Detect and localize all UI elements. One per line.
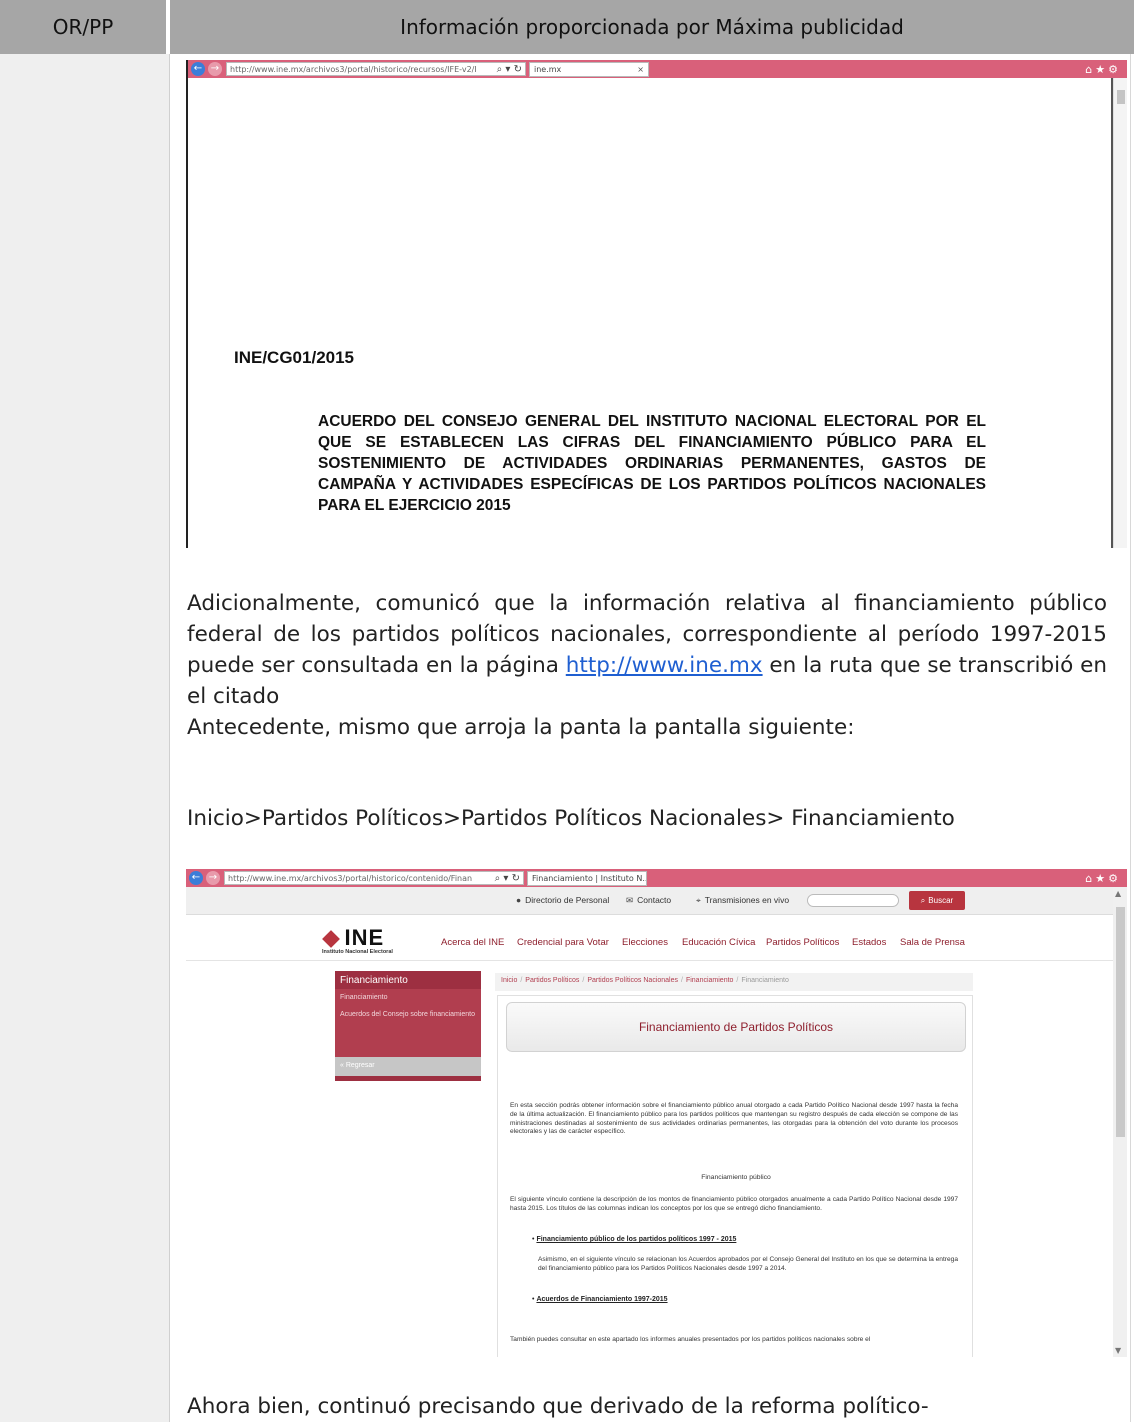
utility-bar: ● Directorio de Personal ✉ Contacto ⌖ Trans…: [186, 887, 1113, 915]
search-refresh-icon[interactable]: ⌕ ▾ ↻: [494, 64, 525, 75]
directorio-label: Directorio de Personal: [525, 895, 610, 905]
url-text: http://www.ine.mx/archivos3/portal/histo…: [228, 873, 473, 883]
scroll-up-icon[interactable]: ▲: [1115, 889, 1121, 898]
side-menu: Financiamiento Financiamiento Acuerdos d…: [335, 971, 481, 1081]
search-input[interactable]: [807, 894, 899, 907]
menu-estados[interactable]: Estados: [852, 937, 886, 948]
envelope-icon: ✉: [626, 895, 634, 905]
intro-text: En esta sección podrás obtener informaci…: [510, 1102, 958, 1136]
logo-text: INE: [344, 925, 385, 950]
close-tab-icon[interactable]: ×: [637, 65, 644, 74]
address-bar[interactable]: http://www.ine.mx/archivos3/portal/histo…: [224, 871, 524, 885]
menu-credencial[interactable]: Credencial para Votar: [517, 937, 609, 948]
crumb-current: Financiamiento: [741, 977, 789, 984]
ine-logo[interactable]: INE Instituto Nacional Electoral: [322, 925, 393, 955]
back-arrow-icon[interactable]: ←: [189, 871, 203, 885]
home-star-gear-icons[interactable]: ⌂★⚙: [1085, 63, 1121, 76]
tab-title: Financiamiento | Instituto N...: [532, 873, 647, 883]
crumb-nacionales[interactable]: Partidos Políticos Nacionales: [587, 977, 678, 984]
acuerdos-text: Asimismo, en el siguiente vínculo se rel…: [538, 1256, 958, 1272]
paragraph-financiamiento: Adicionalmente, comunicó que la informac…: [187, 588, 1107, 743]
navigation-path: Inicio>Partidos Políticos>Partidos Polít…: [187, 806, 955, 831]
menu-elecciones[interactable]: Elecciones: [622, 937, 668, 948]
browser-tab[interactable]: ine.mx ×: [529, 61, 649, 77]
scroll-thumb[interactable]: [1116, 907, 1125, 1137]
right-border: [1130, 54, 1131, 1422]
main-nav: INE Instituto Nacional Electoral Acerca …: [186, 915, 1113, 961]
scroll-down-icon[interactable]: ▼: [1115, 1346, 1121, 1355]
side-item-financiamiento[interactable]: Financiamiento: [335, 989, 481, 1006]
crumb-separator: /: [736, 977, 739, 984]
left-column: [0, 54, 170, 1422]
diamond-icon: [322, 930, 340, 948]
search-refresh-icon[interactable]: ⌕ ▾ ↻: [492, 873, 523, 884]
transmisiones-link[interactable]: ⌖ Transmisiones en vivo: [696, 895, 789, 906]
browser-toolbar: ← → http://www.ine.mx/archivos3/portal/h…: [186, 869, 1127, 887]
buscar-button[interactable]: ⌕ Buscar: [909, 891, 965, 910]
crumb-separator: /: [520, 977, 523, 984]
browser-toolbar: ← → http://www.ine.mx/archivos3/portal/h…: [188, 60, 1127, 78]
acuerdos-link[interactable]: Acuerdos de Financiamiento 1997-2015: [532, 1296, 667, 1303]
browser-tab[interactable]: Financiamiento | Instituto N... ×: [527, 870, 647, 886]
scroll-thumb[interactable]: [1117, 90, 1125, 104]
buscar-label: Buscar: [928, 896, 954, 905]
satellite-icon: ⌖: [696, 895, 701, 905]
scrollbar[interactable]: [1113, 78, 1127, 548]
menu-partidos[interactable]: Partidos Políticos: [766, 937, 839, 948]
address-bar[interactable]: http://www.ine.mx/archivos3/portal/histo…: [226, 62, 526, 76]
forward-arrow-icon[interactable]: →: [206, 871, 220, 885]
crumb-inicio[interactable]: Inicio: [501, 977, 517, 984]
contacto-label: Contacto: [637, 895, 672, 905]
home-star-gear-icons[interactable]: ⌂★⚙: [1085, 872, 1121, 885]
description-text: El siguiente vínculo contiene la descrip…: [510, 1196, 958, 1212]
browser-screenshot-acuerdo: ← → http://www.ine.mx/archivos3/portal/h…: [186, 60, 1127, 548]
directorio-link[interactable]: ● Directorio de Personal: [516, 895, 609, 905]
logo-subtitle: Instituto Nacional Electoral: [322, 949, 393, 955]
crumb-separator: /: [681, 977, 683, 984]
header-info: Información proporcionada por Máxima pub…: [400, 15, 904, 39]
informes-text: También puedes consultar en este apartad…: [510, 1336, 871, 1343]
transmisiones-label: Transmisiones en vivo: [704, 895, 790, 905]
crumb-financiamiento[interactable]: Financiamiento: [686, 977, 733, 984]
menu-acerca[interactable]: Acerca del INE: [441, 937, 504, 948]
pdf-page: INE/CG01/2015 ACUERDO DEL CONSEJO GENERA…: [188, 78, 1113, 548]
financiamiento-publico-link[interactable]: Financiamiento público de los partidos p…: [532, 1236, 736, 1243]
paragraph-text-c: Antecedente, mismo que arroja la panta l…: [187, 715, 855, 740]
menu-educacion[interactable]: Educación Cívica: [682, 937, 755, 948]
crumb-partidos[interactable]: Partidos Políticos: [525, 977, 579, 984]
breadcrumb: Inicio / Partidos Políticos / Partidos Polít…: [495, 973, 973, 991]
back-link[interactable]: « Regresar: [335, 1057, 481, 1076]
url-text: http://www.ine.mx/archivos3/portal/histo…: [230, 64, 477, 74]
document-id: INE/CG01/2015: [234, 348, 355, 367]
ine-link[interactable]: http://www.ine.mx: [566, 653, 763, 678]
document-title: ACUERDO DEL CONSEJO GENERAL DEL INSTITUT…: [318, 413, 986, 514]
tab-title: ine.mx: [534, 64, 562, 74]
side-item-acuerdos[interactable]: Acuerdos del Consejo sobre financiamient…: [335, 1006, 481, 1023]
header-or-pp: OR/PP: [0, 0, 170, 54]
content-panel: Financiamiento de Partidos Políticos En …: [497, 995, 973, 1357]
crumb-separator: /: [582, 977, 585, 984]
side-menu-title: Financiamiento: [335, 971, 481, 989]
back-arrow-icon[interactable]: ←: [191, 62, 205, 76]
page-title: Financiamiento de Partidos Políticos: [506, 1002, 966, 1052]
forward-arrow-icon[interactable]: →: [208, 62, 222, 76]
menu-sala-prensa[interactable]: Sala de Prensa: [900, 937, 965, 948]
scrollbar[interactable]: ▲ ▼: [1113, 887, 1127, 1357]
user-icon: ●: [516, 895, 522, 905]
browser-screenshot-ine: ← → http://www.ine.mx/archivos3/portal/h…: [186, 869, 1127, 1357]
search-icon: ⌕: [920, 895, 926, 905]
paragraph-reforma: Ahora bien, continuó precisando que deri…: [187, 1394, 929, 1419]
side-menu-footer: [335, 1076, 481, 1081]
ine-web-page: ● Directorio de Personal ✉ Contacto ⌖ Trans…: [186, 887, 1113, 1357]
table-header: OR/PP Información proporcionada por Máxi…: [0, 0, 1134, 54]
contacto-link[interactable]: ✉ Contacto: [626, 895, 671, 906]
section-subheading: Financiamiento público: [701, 1174, 771, 1181]
